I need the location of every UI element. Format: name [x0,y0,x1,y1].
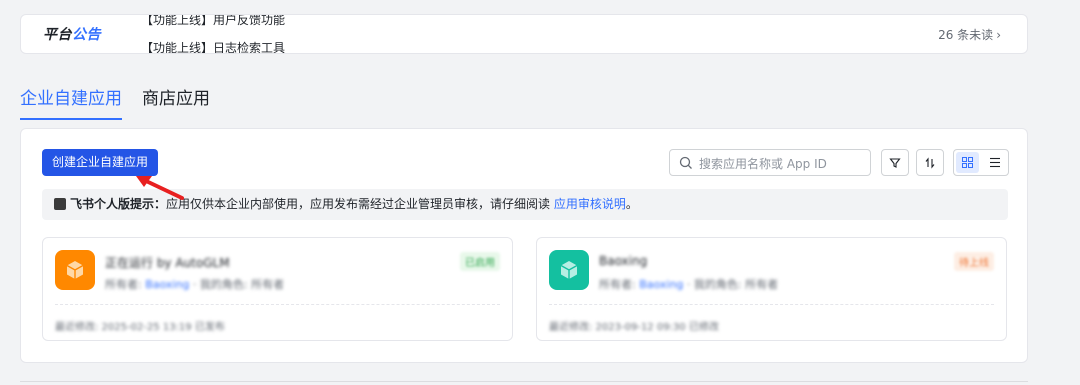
app-cube-icon [55,250,95,290]
view-toggle [953,149,1009,176]
grid-icon [962,157,973,168]
unread-count: 26 条未读 [938,28,994,42]
grid-view-button[interactable] [956,152,979,173]
avatar [54,198,66,210]
search-placeholder: 搜索应用名称或 App ID [699,157,827,171]
role-text: 我的角色: 所有者 [199,278,285,291]
filter-icon [889,157,901,168]
sort-button[interactable] [916,149,944,176]
app-name: 正在运行 by AutoGLM [105,256,230,270]
owner-label: 所有者: [105,278,142,291]
status-badge: 已启用 [460,252,500,271]
app-card[interactable]: Baoxing 所有者: Baoxing · 我的角色: 所有者 待上线 最近修… [536,237,1007,341]
announcement-logo-text: 平台 [43,27,72,43]
app-updated-time: 最近修改: 2023-09-12 09:30 已修改 [549,322,719,333]
role-text: 我的角色: 所有者 [693,278,779,291]
app-tabs: 企业自建应用 商店应用 [20,84,230,120]
announcement-logo-highlight: 公告 [72,27,101,43]
chevron-right-icon: › [996,28,1001,42]
tip-body: 应用仅供本企业内部使用，应用发布需经过企业管理员审核，请仔细阅读 [166,197,551,211]
sort-icon [925,156,935,169]
unread-count-link[interactable]: 26 条未读 › [938,26,1001,43]
divider [20,381,1028,382]
annotation-arrow [136,176,184,200]
divider [55,304,500,305]
announcement-logo: 平台公告 [43,24,101,44]
app-updated-time: 最近修改: 2025-02-25 13:19 已发布 [55,322,225,333]
app-name: Baoxing [599,254,648,268]
divider [549,304,994,305]
list-view-button[interactable] [981,150,1008,175]
tip-end: 。 [625,197,638,211]
announcement-list: 【功能上线】用户反馈功能 【功能上线】日志检索工具 [141,15,285,53]
tab-enterprise-apps[interactable]: 企业自建应用 [20,84,122,120]
owner-label: 所有者: [599,278,636,291]
app-cube-icon [549,250,589,290]
app-card[interactable]: 正在运行 by AutoGLM 所有者: Baoxing · 我的角色: 所有者… [42,237,513,341]
search-input[interactable]: 搜索应用名称或 App ID [669,149,871,176]
app-meta: 所有者: Baoxing · 我的角色: 所有者 [105,278,285,291]
search-icon [679,156,692,169]
app-meta: 所有者: Baoxing · 我的角色: 所有者 [599,278,779,291]
apps-panel: 创建企业自建应用 搜索应用名称或 App ID 飞书个人版提示：应用仅供本企业内… [20,128,1028,363]
owner-link[interactable]: Baoxing [639,278,683,291]
owner-link[interactable]: Baoxing [145,278,189,291]
filter-button[interactable] [881,149,909,176]
list-icon [989,157,1000,168]
tab-store-apps[interactable]: 商店应用 [142,84,210,120]
announcement-item[interactable]: 【功能上线】日志检索工具 [141,34,285,53]
announcement-item[interactable]: 【功能上线】用户反馈功能 [141,15,285,34]
announcement-bar[interactable]: 平台公告 【功能上线】用户反馈功能 【功能上线】日志检索工具 26 条未读 › [20,14,1028,54]
review-guide-link[interactable]: 应用审核说明 [554,197,626,211]
status-badge: 待上线 [954,252,994,271]
